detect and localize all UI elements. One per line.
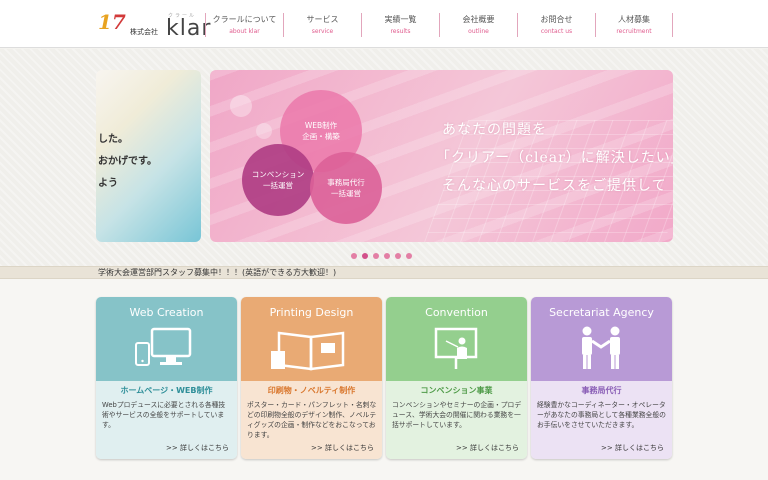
slide-text-line: おかげです。 — [98, 156, 157, 167]
nav-sub-label: contact us — [540, 28, 573, 35]
devices-icon — [135, 327, 192, 366]
slide-text-line: した。 — [98, 134, 128, 145]
bubble-convention: コンベンション 一括運営 — [242, 144, 314, 216]
logo-company-prefix: 株式会社 — [130, 28, 158, 36]
current-slide[interactable]: WEB制作 企画・構築 コンベンション 一括運営 事務局代行 一括運営 あなたの… — [210, 70, 673, 242]
card-header: Printing Design — [241, 297, 382, 381]
card-body: 事務局代行 経験豊かなコーディネーター・オペレーターがあなたの事務局として各種業… — [531, 381, 672, 459]
site-header: 17 クラール 株式会社 klar クラールについて about klar サービ… — [0, 0, 768, 48]
slide-headline-line: そんな心のサービスをご提供して — [442, 178, 667, 194]
card-description: Webプロデュースに必要とされる各種技術やサービスの全般をサポートしています。 — [102, 401, 226, 429]
logo-mark: 17 — [98, 10, 126, 34]
card-description: コンベンションやセミナーの企画・プロデュース、学術大会の開催に関わる業務を一括サ… — [392, 401, 522, 429]
card-title-en: Web Creation — [129, 306, 204, 319]
slider-dot[interactable] — [395, 253, 401, 259]
slider-pagination — [351, 253, 412, 259]
service-card-web[interactable]: Web Creation ホームページ・WEB制作 Webプロデュースに必要とさ… — [96, 297, 237, 459]
bubble-text: WEB制作 — [304, 121, 338, 130]
more-link[interactable]: >> 詳しくはこちら — [166, 443, 229, 453]
card-header: Secretariat Agency — [531, 297, 672, 381]
nav-item-recruitment[interactable]: 人材募集 recruitment — [595, 13, 673, 37]
nav-item-outline[interactable]: 会社概要 outline — [439, 13, 517, 37]
card-description: ポスター・カード・パンフレット・名刺などの印刷物全般のデザイン制作、ノベルティグ… — [247, 401, 377, 439]
card-title-en: Secretariat Agency — [549, 306, 654, 319]
chevron-right-icon: >> — [311, 444, 325, 452]
previous-slide[interactable]: した。 おかげです。 よう — [96, 70, 201, 242]
card-title-jp: 事務局代行 — [581, 386, 622, 395]
nav-sub-label: outline — [468, 28, 489, 35]
nav-label: 実績一覧 — [384, 15, 417, 24]
bubble-text: 一括運営 — [263, 181, 293, 190]
card-title-jp: 印刷物・ノベルティ制作 — [267, 386, 356, 395]
decor-circle — [256, 123, 272, 139]
more-link-label: 詳しくはこちら — [470, 444, 519, 452]
more-link-label: 詳しくはこちら — [615, 444, 664, 452]
nav-item-results[interactable]: 実績一覧 results — [361, 13, 439, 37]
slide-headline-line: 「クリアー（clear）に解決したい」 — [436, 150, 673, 166]
bubble-text: 企画・構築 — [302, 132, 340, 141]
nav-item-contact[interactable]: お問合せ contact us — [517, 13, 595, 37]
card-title-en: Printing Design — [269, 306, 354, 319]
nav-sub-label: results — [390, 28, 411, 35]
nav-label: お問合せ — [540, 15, 573, 24]
bubble-text: コンベンション — [251, 170, 305, 179]
chevron-right-icon: >> — [601, 444, 615, 452]
nav-label: 会社概要 — [462, 15, 495, 24]
card-body: 印刷物・ノベルティ制作 ポスター・カード・パンフレット・名刺などの印刷物全般のデ… — [241, 381, 382, 459]
slider-dot[interactable] — [362, 253, 368, 259]
more-link-label: 詳しくはこちら — [180, 444, 229, 452]
slider-dot[interactable] — [351, 253, 357, 259]
card-body: コンベンション事業 コンベンションやセミナーの企画・プロデュース、学術大会の開催… — [386, 381, 527, 459]
bubble-office: 事務局代行 一括運営 — [310, 152, 382, 224]
bubble-text: 事務局代行 — [327, 178, 365, 187]
service-card-printing[interactable]: Printing Design 印刷物・ノベルティ制作 ポスター・カード・パンフ… — [241, 297, 382, 459]
slide-text-line: よう — [98, 178, 118, 189]
service-card-secretariat[interactable]: Secretariat Agency 事務局代行 経験豊かなコーディネーター・オ… — [531, 297, 672, 459]
chevron-right-icon: >> — [166, 444, 180, 452]
nav-sub-label: service — [311, 28, 334, 35]
decor-circle — [230, 95, 252, 117]
card-title-jp: ホームページ・WEB制作 — [120, 386, 213, 395]
card-title-en: Convention — [425, 306, 488, 319]
handshake-icon — [582, 326, 620, 369]
nav-item-about[interactable]: クラールについて about klar — [205, 13, 283, 37]
main-nav: クラールについて about klar サービス service 実績一覧 resul… — [205, 13, 673, 37]
slider-dot[interactable] — [384, 253, 390, 259]
more-link-label: 詳しくはこちら — [325, 444, 374, 452]
chevron-right-icon: >> — [456, 444, 470, 452]
brochure-icon — [271, 331, 345, 371]
card-header: Web Creation — [96, 297, 237, 381]
bubble-text: 一括運営 — [331, 189, 361, 198]
card-header: Convention — [386, 297, 527, 381]
service-card-convention[interactable]: Convention コンベンション事業 コンベンションやセミナーの企画・プロデ… — [386, 297, 527, 459]
news-ticker: 学術大会運営部門スタッフ募集中！！！(英語ができる方大歓迎！) — [0, 266, 768, 279]
nav-label: クラールについて — [212, 15, 277, 24]
slide-headline-line: あなたの問題を — [442, 122, 547, 138]
card-body: ホームページ・WEB制作 Webプロデュースに必要とされる各種技術やサービスの全… — [96, 381, 237, 459]
news-link[interactable]: 学術大会運営部門スタッフ募集中！！！(英語ができる方大歓迎！) — [98, 267, 336, 279]
slider-dot[interactable] — [406, 253, 412, 259]
nav-label: 人材募集 — [618, 15, 650, 24]
nav-item-service[interactable]: サービス service — [283, 13, 361, 37]
nav-label: サービス — [306, 15, 339, 24]
card-description: 経験豊かなコーディネーター・オペレーターがあなたの事務局として各種業務全般のお手… — [537, 401, 666, 429]
more-link[interactable]: >> 詳しくはこちら — [311, 443, 374, 453]
presentation-icon — [434, 327, 478, 369]
more-link[interactable]: >> 詳しくはこちら — [601, 443, 664, 453]
card-title-jp: コンベンション事業 — [420, 386, 493, 395]
site-logo[interactable]: 17 クラール 株式会社 klar — [98, 8, 210, 42]
slider-dot[interactable] — [373, 253, 379, 259]
nav-sub-label: about klar — [229, 28, 260, 35]
more-link[interactable]: >> 詳しくはこちら — [456, 443, 519, 453]
nav-sub-label: recruitment — [616, 28, 652, 35]
